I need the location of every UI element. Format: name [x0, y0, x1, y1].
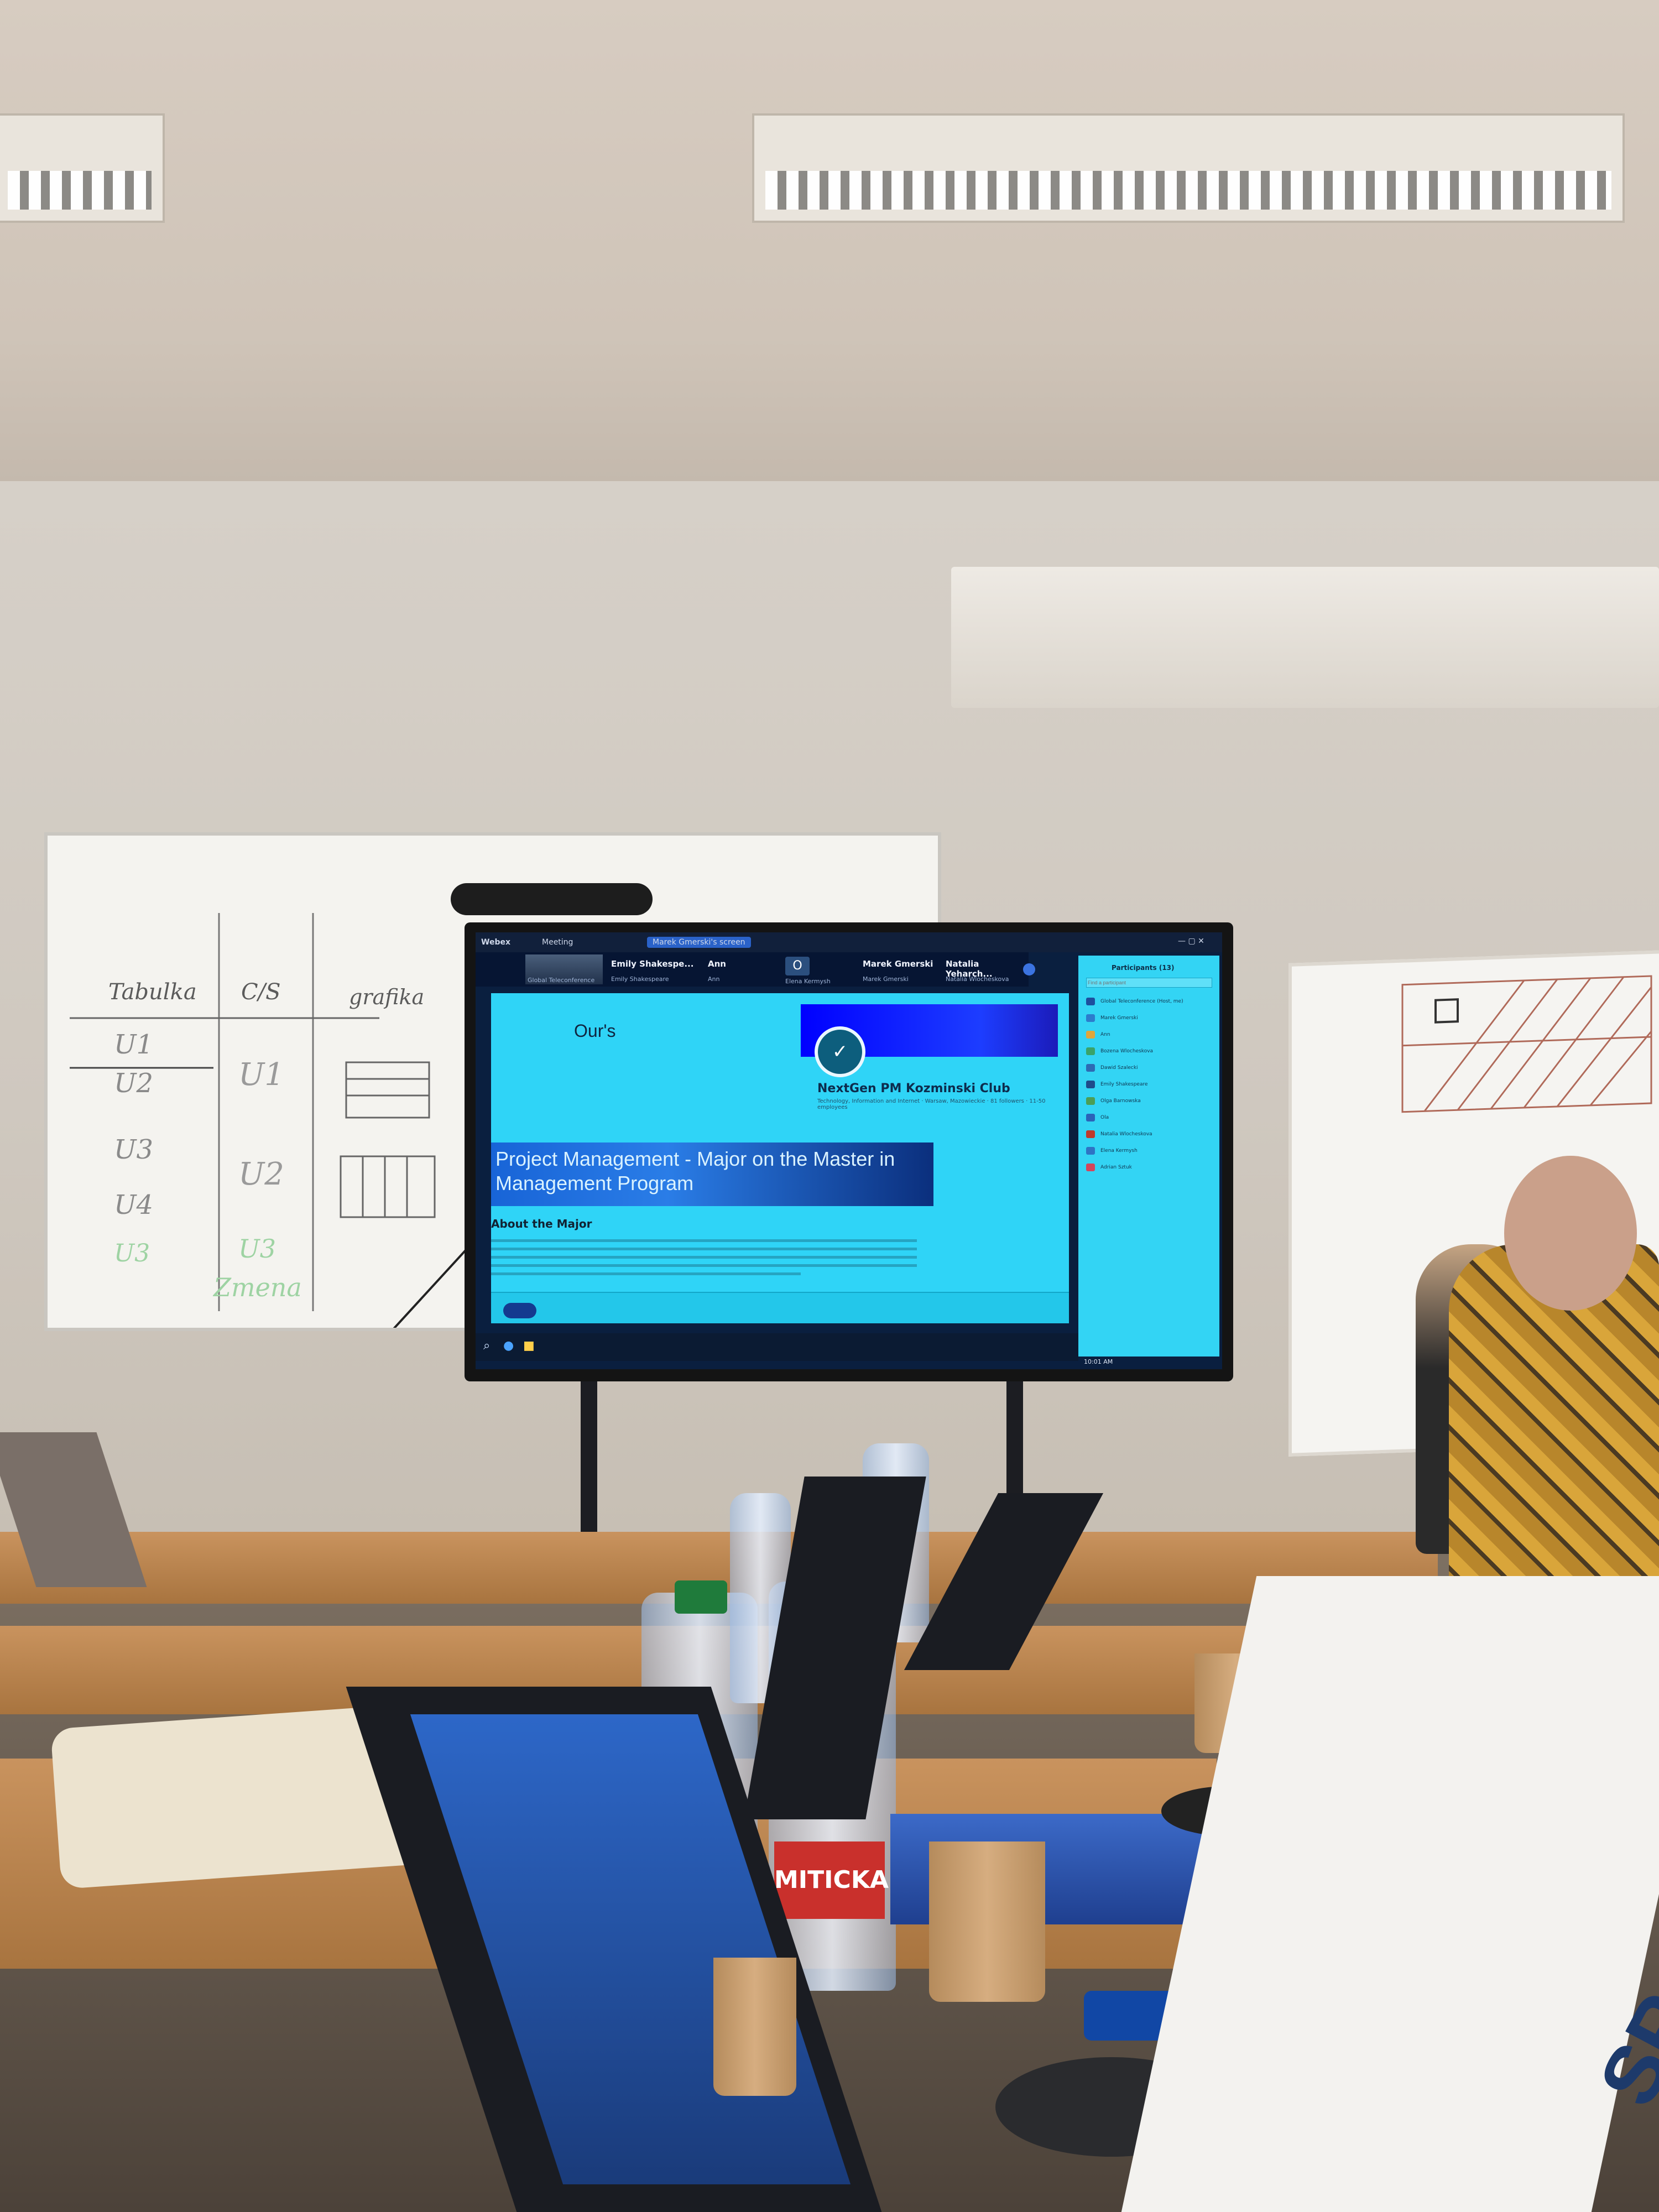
body-text-line — [491, 1239, 917, 1242]
paper-cup — [929, 1841, 1045, 2002]
body-text-line — [491, 1272, 801, 1275]
person-man-head — [1504, 1156, 1637, 1311]
wb-col1-row3: U3 — [114, 1134, 153, 1165]
participant-subname-2: Ann — [708, 975, 720, 983]
bottle-label: MITICKA — [774, 1841, 889, 1919]
wb-col1-row1: U1 — [114, 1029, 153, 1060]
body-text-line — [491, 1248, 917, 1250]
video-call-screen: Webex Meeting Marek Gmerski's screen — ▢… — [476, 932, 1222, 1369]
wb-col2-row2: U2 — [238, 1156, 284, 1192]
wb-header-3: grafika — [349, 985, 425, 1009]
taskbar-time: 10:01 AM — [1084, 1358, 1113, 1365]
wb-col1-row4: U4 — [114, 1190, 153, 1220]
participant-subname-1: Emily Shakespeare — [611, 975, 669, 983]
participant-name-2: Ann — [708, 959, 726, 969]
wb-col2-row4: Zmena — [213, 1272, 302, 1302]
participant-name-1: Emily Shakespe... — [611, 959, 694, 969]
participants-panel: Participants (13) Global Teleconference … — [1078, 956, 1219, 1357]
club-logo-icon: ✓ — [815, 1026, 865, 1077]
webcam-bar — [451, 883, 653, 915]
meeting-topbar: Webex Meeting Marek Gmerski's screen — ▢… — [476, 932, 1222, 952]
wb-col2-row1: U1 — [238, 1057, 284, 1093]
panel-participant-row[interactable]: Elena Kermysh — [1086, 1145, 1213, 1155]
wb-col1-row5: U3 — [114, 1239, 150, 1267]
participant-avatar-3: O — [785, 957, 810, 975]
windows-taskbar: ⌕ ● ■ — [476, 1333, 1078, 1361]
panel-participant-row[interactable]: Global Teleconference (Host, me) — [1086, 995, 1213, 1005]
panel-participant-row[interactable]: Dawid Szalecki — [1086, 1062, 1213, 1072]
body-text-line — [491, 1256, 917, 1259]
panel-participant-row[interactable]: Bozena Wlocheskova — [1086, 1045, 1213, 1055]
wb-header-2: C/S — [241, 979, 281, 1005]
hero-title: Project Management - Major on the Master… — [495, 1147, 895, 1194]
club-name: NextGen PM Kozminski Club — [817, 1082, 1010, 1095]
window-controls[interactable]: — ▢ ✕ — [1178, 937, 1204, 946]
bottle-cap — [675, 1580, 727, 1614]
about-heading: About the Major — [491, 1217, 592, 1230]
participant-subname-5: Natalia Wlocheskova — [946, 975, 1009, 983]
panel-participant-row[interactable]: Emily Shakespeare — [1086, 1078, 1213, 1088]
shared-slide: Our's ✓ NextGen PM Kozminski Club Techno… — [491, 993, 1069, 1323]
panel-participant-row[interactable]: Ann — [1086, 1029, 1213, 1039]
folder-icon[interactable]: ■ — [523, 1339, 535, 1353]
panel-participant-row[interactable]: Marek Gmerski — [1086, 1012, 1213, 1022]
more-participants-icon[interactable] — [1023, 963, 1035, 975]
ceiling — [0, 0, 1659, 481]
panel-title: Participants (13) — [1112, 964, 1175, 972]
hero-banner: Project Management - Major on the Master… — [491, 1142, 933, 1206]
participant-strip: Global Teleconference Emily Shakespe... … — [476, 952, 1035, 987]
panel-participant-row[interactable]: Natalia Wlocheskova — [1086, 1128, 1213, 1138]
search-icon[interactable]: ⌕ — [483, 1339, 490, 1353]
ceiling-light-right — [752, 113, 1625, 223]
ceiling-light-left — [0, 113, 165, 223]
tv-stand-leg-left — [581, 1377, 597, 1543]
panel-participant-row[interactable]: Olga Barnowska — [1086, 1095, 1213, 1105]
wb-col1-row2: U2 — [114, 1068, 153, 1099]
meeting-tab[interactable]: Meeting — [542, 938, 573, 947]
footer-badge — [503, 1303, 536, 1318]
shared-screen-label[interactable]: Marek Gmerski's screen — [647, 937, 751, 948]
panel-participant-row[interactable]: Adrian Sztuk — [1086, 1161, 1213, 1171]
participant-search-input[interactable] — [1086, 978, 1212, 988]
slide-ours-label: Our's — [574, 1021, 616, 1041]
app-name: Webex — [481, 938, 510, 947]
rolled-projector-screen — [951, 567, 1659, 708]
wb-col2-row3: U3 — [238, 1234, 276, 1264]
self-view-label: Global Teleconference — [528, 977, 595, 984]
tv-display: Webex Meeting Marek Gmerski's screen — ▢… — [465, 922, 1233, 1381]
app-icon[interactable]: ● — [503, 1339, 514, 1353]
participant-name-4: Marek Gmerski — [863, 959, 933, 969]
self-view-tile[interactable]: Global Teleconference — [525, 954, 603, 984]
participant-subname-4: Marek Gmerski — [863, 975, 909, 983]
paper-cup — [713, 1958, 796, 2096]
slide-footer — [491, 1292, 1069, 1323]
body-text-line — [491, 1264, 917, 1267]
wb-header-1: Tabulka — [108, 979, 197, 1005]
club-subtitle: Technology, Information and Internet · W… — [817, 1098, 1046, 1110]
participant-subname-3: Elena Kermysh — [785, 978, 831, 985]
panel-participant-row[interactable]: Ola — [1086, 1112, 1213, 1121]
